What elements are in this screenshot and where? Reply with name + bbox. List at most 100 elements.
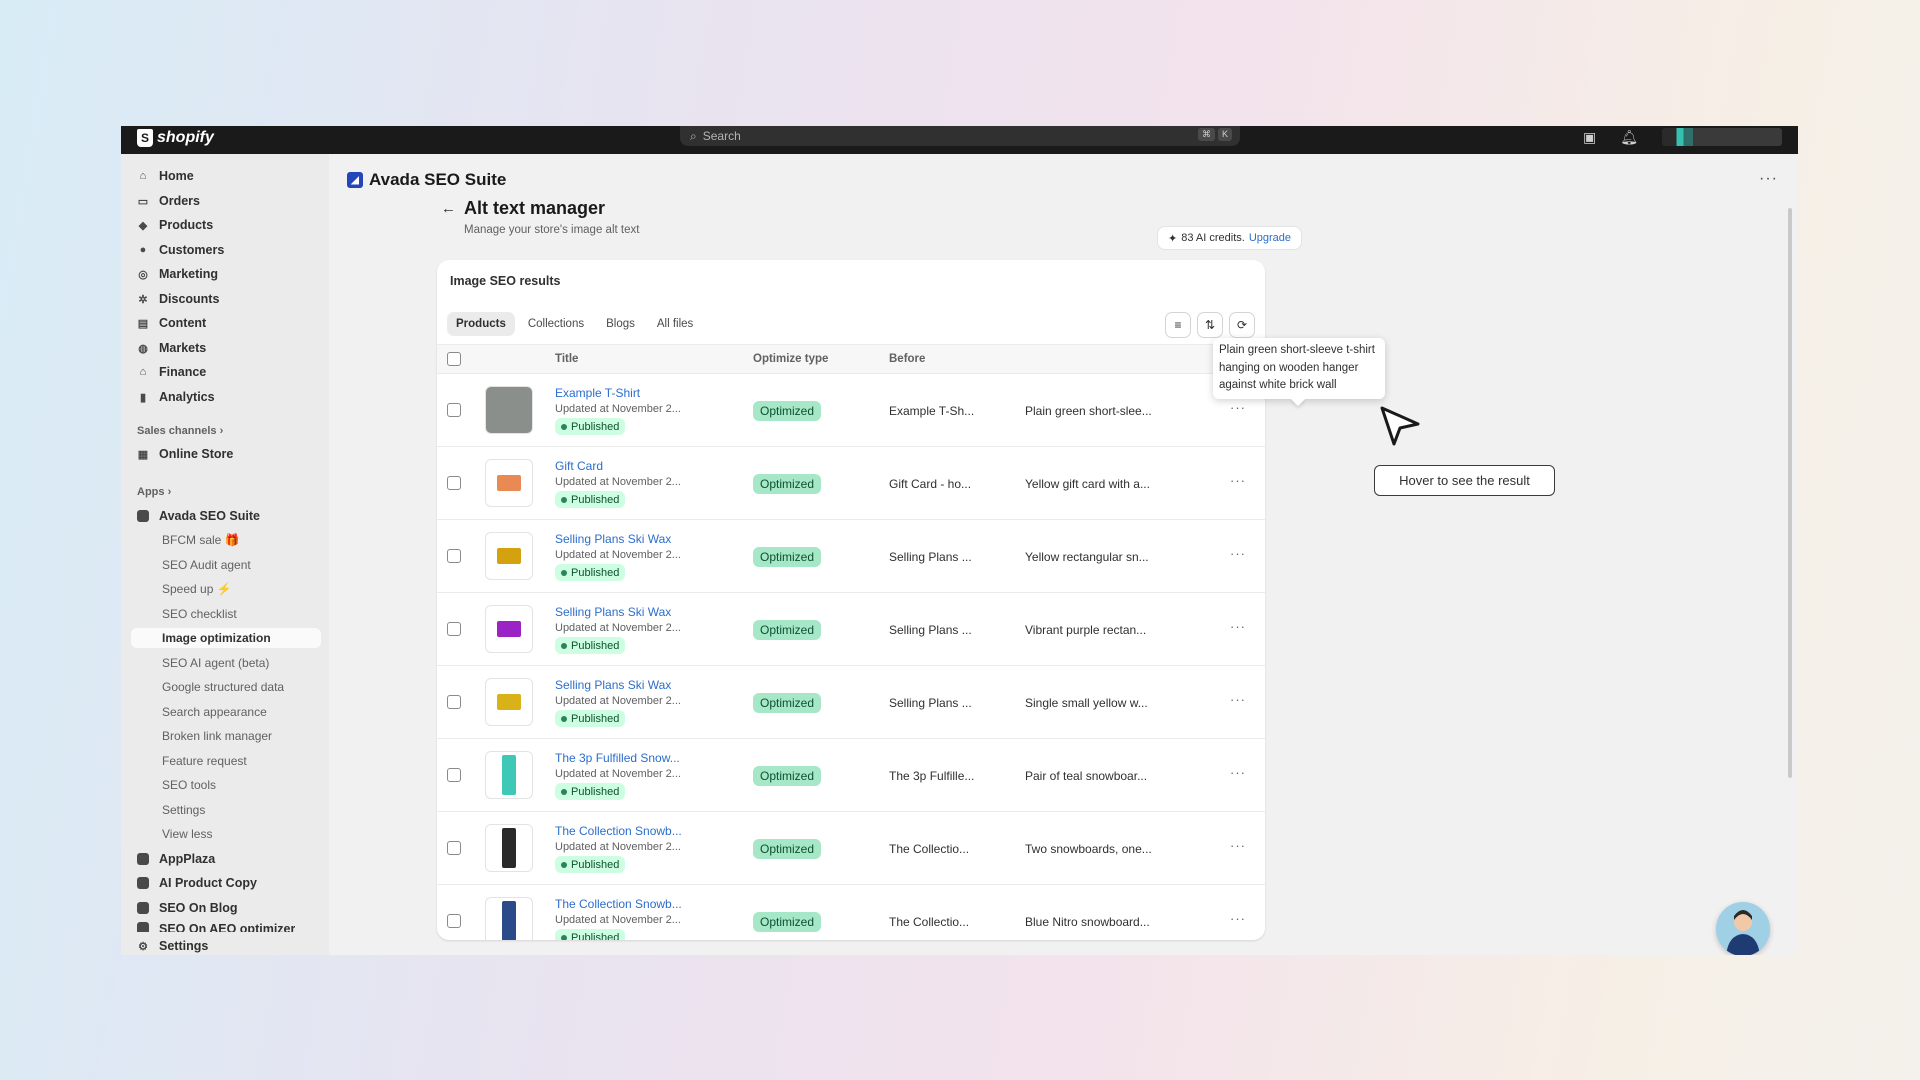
row-more-actions-icon[interactable]: ···	[1230, 619, 1246, 634]
row-checkbox[interactable]	[447, 549, 461, 563]
row-checkbox[interactable]	[447, 403, 461, 417]
apps-heading[interactable]: Apps ›	[137, 486, 171, 498]
sidebar-item-products[interactable]: ◆ Products	[137, 215, 213, 235]
row-more-actions-icon[interactable]: ···	[1230, 400, 1246, 415]
inbox-icon[interactable]: ▣	[1583, 129, 1596, 146]
product-thumbnail[interactable]	[485, 605, 533, 653]
sidebar-item-appplaza[interactable]: AppPlaza	[137, 849, 215, 869]
product-thumbnail[interactable]	[485, 386, 533, 434]
table-row[interactable]: Selling Plans Ski Wax Updated at Novembe…	[437, 520, 1265, 593]
sort-button[interactable]: ⇅	[1197, 312, 1223, 338]
alt-after[interactable]: Plain green short-slee...	[1025, 404, 1152, 418]
sidebar-item-settings[interactable]: ⚙ Settings	[137, 936, 209, 955]
product-thumbnail[interactable]	[485, 532, 533, 580]
alt-after[interactable]: Yellow rectangular sn...	[1025, 550, 1149, 564]
bell-icon[interactable]: 🔔︎	[1620, 129, 1638, 146]
product-title-link[interactable]: Selling Plans Ski Wax	[555, 605, 671, 619]
product-thumbnail[interactable]	[485, 897, 533, 940]
alt-after[interactable]: Two snowboards, one...	[1025, 842, 1152, 856]
sidebar-item-seo-on-aeo-optimizer[interactable]: SEO On AEO optimizer	[137, 922, 295, 932]
refresh-button[interactable]: ⟳	[1229, 312, 1255, 338]
table-row[interactable]: Example T-Shirt Updated at November 2...…	[437, 374, 1265, 447]
row-more-actions-icon[interactable]: ···	[1230, 765, 1246, 780]
tab-blogs[interactable]: Blogs	[597, 312, 644, 336]
sidebar-item-markets[interactable]: ◍ Markets	[137, 338, 206, 358]
column-before[interactable]: Before	[889, 353, 925, 365]
sidebar-subitem-bfcm-sale[interactable]: BFCM sale 🎁	[162, 530, 240, 550]
sidebar-item-customers[interactable]: ● Customers	[137, 240, 225, 260]
store-account-menu[interactable]	[1662, 128, 1782, 146]
page-scrollbar[interactable]	[1788, 208, 1792, 778]
product-title-link[interactable]: Selling Plans Ski Wax	[555, 532, 671, 546]
row-more-actions-icon[interactable]: ···	[1230, 546, 1246, 561]
sidebar-item-ai-product-copy[interactable]: AI Product Copy	[137, 873, 257, 893]
support-chat-avatar[interactable]	[1716, 902, 1770, 955]
sidebar-subitem-seo-checklist[interactable]: SEO checklist	[162, 604, 237, 624]
row-checkbox[interactable]	[447, 476, 461, 490]
table-row[interactable]: Selling Plans Ski Wax Updated at Novembe…	[437, 666, 1265, 739]
sidebar-subitem-speed-up[interactable]: Speed up ⚡	[162, 579, 232, 599]
sidebar-subitem-seo-audit-agent[interactable]: SEO Audit agent	[162, 555, 251, 575]
row-more-actions-icon[interactable]: ···	[1230, 692, 1246, 707]
upgrade-link[interactable]: Upgrade	[1249, 232, 1291, 244]
sidebar-item-marketing[interactable]: ◎ Marketing	[137, 264, 218, 284]
product-title-link[interactable]: Selling Plans Ski Wax	[555, 678, 671, 692]
row-more-actions-icon[interactable]: ···	[1230, 838, 1246, 853]
table-row[interactable]: Gift Card Updated at November 2... Publi…	[437, 447, 1265, 520]
sidebar-item-home[interactable]: ⌂ Home	[137, 166, 194, 186]
sidebar-item-orders[interactable]: ▭ Orders	[137, 191, 200, 211]
more-actions-icon[interactable]: ···	[1759, 170, 1778, 188]
row-more-actions-icon[interactable]: ···	[1230, 911, 1246, 926]
row-checkbox[interactable]	[447, 695, 461, 709]
product-title-link[interactable]: The Collection Snowb...	[555, 824, 682, 838]
sidebar-item-discounts[interactable]: ✲ Discounts	[137, 289, 219, 309]
table-row[interactable]: The Collection Snowb... Updated at Novem…	[437, 812, 1265, 885]
column-title[interactable]: Title	[555, 353, 578, 365]
tab-collections[interactable]: Collections	[519, 312, 593, 336]
table-row[interactable]: The 3p Fulfilled Snow... Updated at Nove…	[437, 739, 1265, 812]
sidebar-subitem-search-appearance[interactable]: Search appearance	[162, 702, 267, 722]
product-title-link[interactable]: The 3p Fulfilled Snow...	[555, 751, 680, 765]
sidebar-item-avada-seo-suite[interactable]: Avada SEO Suite	[137, 506, 260, 526]
table-row[interactable]: The Collection Snowb... Updated at Novem…	[437, 885, 1265, 940]
alt-after[interactable]: Vibrant purple rectan...	[1025, 623, 1146, 637]
product-thumbnail[interactable]	[485, 678, 533, 726]
product-title-link[interactable]: Gift Card	[555, 459, 603, 473]
back-arrow-icon[interactable]: ←	[441, 200, 456, 217]
select-all-checkbox[interactable]	[447, 352, 461, 366]
sidebar-subitem-settings[interactable]: Settings	[162, 800, 205, 820]
shopify-logo[interactable]: S shopify	[137, 127, 214, 149]
alt-after[interactable]: Single small yellow w...	[1025, 696, 1148, 710]
row-more-actions-icon[interactable]: ···	[1230, 473, 1246, 488]
sales-channels-heading[interactable]: Sales channels ›	[137, 425, 223, 437]
search-bar[interactable]: ⌕ Search ⌘ K	[680, 126, 1240, 146]
sidebar-item-analytics[interactable]: ▮ Analytics	[137, 387, 215, 407]
row-checkbox[interactable]	[447, 622, 461, 636]
product-title-link[interactable]: Example T-Shirt	[555, 386, 640, 400]
sidebar-subitem-google-structured-data[interactable]: Google structured data	[162, 677, 284, 697]
sidebar-item-finance[interactable]: ⌂ Finance	[137, 362, 207, 382]
sidebar-item-online-store[interactable]: ▦ Online Store	[137, 444, 234, 464]
column-optimize-type[interactable]: Optimize type	[753, 353, 828, 365]
alt-after[interactable]: Pair of teal snowboar...	[1025, 769, 1147, 783]
table-row[interactable]: Selling Plans Ski Wax Updated at Novembe…	[437, 593, 1265, 666]
alt-after[interactable]: Yellow gift card with a...	[1025, 477, 1150, 491]
product-thumbnail[interactable]	[485, 824, 533, 872]
product-title-link[interactable]: The Collection Snowb...	[555, 897, 682, 911]
sidebar-item-content[interactable]: ▤ Content	[137, 313, 206, 333]
row-checkbox[interactable]	[447, 768, 461, 782]
alt-after[interactable]: Blue Nitro snowboard...	[1025, 915, 1150, 929]
sidebar-subitem-seo-tools[interactable]: SEO tools	[162, 775, 216, 795]
product-thumbnail[interactable]	[485, 751, 533, 799]
sidebar-subitem-broken-link-manager[interactable]: Broken link manager	[162, 726, 272, 746]
sidebar-subitem-seo-ai-agent[interactable]: SEO AI agent (beta)	[162, 653, 269, 673]
row-checkbox[interactable]	[447, 841, 461, 855]
filter-button[interactable]: ≡	[1165, 312, 1191, 338]
sidebar-subitem-image-optimization[interactable]: Image optimization	[131, 628, 321, 648]
tab-products[interactable]: Products	[447, 312, 515, 336]
sidebar-item-seo-on-blog[interactable]: SEO On Blog	[137, 898, 237, 918]
row-checkbox[interactable]	[447, 914, 461, 928]
tab-all-files[interactable]: All files	[648, 312, 702, 336]
product-thumbnail[interactable]	[485, 459, 533, 507]
sidebar-subitem-feature-request[interactable]: Feature request	[162, 751, 247, 771]
